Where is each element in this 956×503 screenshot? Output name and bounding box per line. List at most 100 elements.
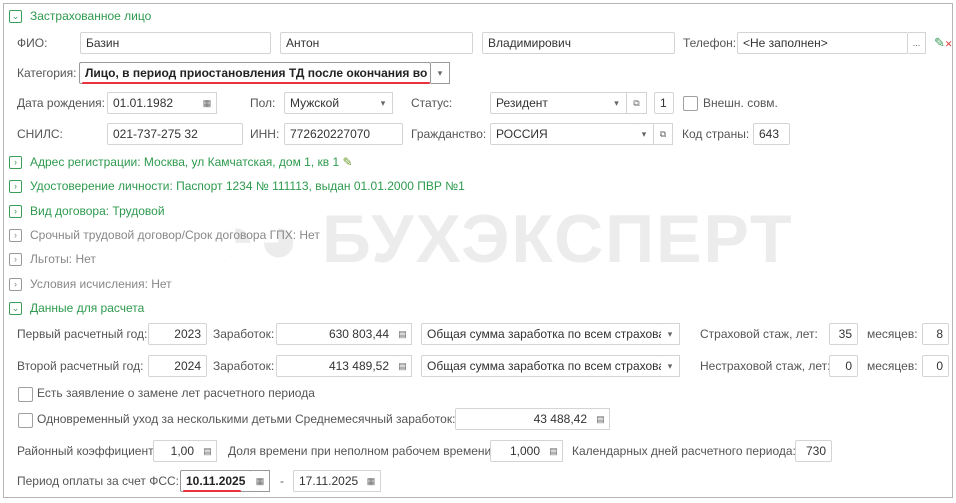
parttime-input[interactable]: 1,000 [490,440,546,462]
chevron-down-icon[interactable]: ⌄ [9,302,22,316]
section-title: Удостоверение личности: Паспорт 1234 № 1… [30,179,465,193]
highlight-underline [183,490,241,492]
year2-label: Второй расчетный год: [17,359,144,373]
calendar-icon[interactable]: ▦ [251,470,270,492]
section-fixed-term[interactable]: › Срочный трудовой договор/Срок договора … [9,228,320,243]
parttime-label: Доля времени при неполном рабочем времен… [228,444,495,458]
chevron-down-icon[interactable]: ▾ [635,123,654,145]
days-input[interactable]: 730 [795,440,832,462]
birth-date-input[interactable]: 01.01.1982 [107,92,199,114]
days-label: Календарных дней расчетного периода: [572,444,796,458]
earn1-input[interactable]: 630 803,44 [276,323,395,345]
calculator-icon[interactable]: ▤ [199,440,217,462]
ins-months-input[interactable]: 8 [922,323,949,345]
avg-earn-input[interactable]: 43 488,42 [455,408,593,430]
status-select[interactable]: Резидент [490,92,608,114]
pencil-icon[interactable]: ✎ [342,155,352,169]
calculator-icon[interactable]: ▤ [394,355,412,377]
chevron-right-icon[interactable]: › [9,205,22,219]
sex-label: Пол: [250,96,276,110]
birth-label: Дата рождения: [17,96,105,110]
year1-label: Первый расчетный год: [17,327,148,341]
external-checkbox[interactable] [683,96,698,111]
multi-children-label: Одновременный уход за несколькими детьми [37,412,292,426]
nonins-years-label: Нестраховой стаж, лет: [700,359,831,373]
section-title: Условия исчисления: Нет [30,277,172,291]
multi-children-checkbox[interactable] [18,413,33,428]
nonins-months-input[interactable]: 0 [922,355,949,377]
inn-input[interactable]: 772620227070 [284,123,403,145]
ins-years-label: Страховой стаж, лет: [700,327,818,341]
earn-type1-select[interactable]: Общая сумма заработка по всем страхова [421,323,662,345]
calculator-icon[interactable]: ▤ [592,408,610,430]
section-contract-type[interactable]: › Вид договора: Трудовой [9,204,165,219]
citizenship-select[interactable]: РОССИЯ [490,123,636,145]
section-title: Срочный трудовой договор/Срок договора Г… [30,228,320,242]
replace-years-label: Есть заявление о замене лет расчетного п… [37,386,315,400]
section-insured[interactable]: ⌄ Застрахованное лицо [9,9,152,24]
fio-label: ФИО: [17,36,48,50]
chevron-down-icon[interactable]: ▾ [661,355,680,377]
earn-type2-select[interactable]: Общая сумма заработка по всем страхова [421,355,662,377]
snils-label: СНИЛС: [17,127,63,141]
section-calc-conditions[interactable]: › Условия исчисления: Нет [9,277,172,292]
months-label: месяцев: [867,327,918,341]
calculator-icon[interactable]: ▤ [394,323,412,345]
year2-input[interactable]: 2024 [148,355,207,377]
chevron-right-icon[interactable]: › [9,156,22,170]
year1-input[interactable]: 2023 [148,323,207,345]
phone-more-button[interactable]: ... [908,32,926,54]
phone-input[interactable]: <Не заполнен> [737,32,908,54]
section-benefits[interactable]: › Льготы: Нет [9,252,96,267]
status-number[interactable]: 1 [654,92,674,114]
nonins-years-input[interactable]: 0 [829,355,858,377]
section-title: Застрахованное лицо [30,9,152,23]
earn2-input[interactable]: 413 489,52 [276,355,395,377]
chevron-down-icon[interactable]: ⌄ [9,10,22,24]
district-input[interactable]: 1,00 [153,440,200,462]
patronymic-input[interactable]: Владимирович [482,32,675,54]
chevron-right-icon[interactable]: › [9,229,22,243]
chevron-down-icon[interactable]: ▾ [607,92,627,114]
period-from-input[interactable]: 10.11.2025 [180,470,252,492]
section-title: Вид договора: Трудовой [30,204,165,218]
period-to-input[interactable]: 17.11.2025 [293,470,363,492]
chevron-down-icon[interactable]: ▾ [661,323,680,345]
section-title: Адрес регистрации: Москва, ул Камчатская… [30,155,340,169]
status-label: Статус: [411,96,453,110]
category-label: Категория: [17,66,77,80]
snils-input[interactable]: 021-737-275 32 [107,123,243,145]
section-calc-data[interactable]: ⌄ Данные для расчета [9,301,145,316]
period-label: Период оплаты за счет ФСС: [17,474,179,488]
chevron-down-icon[interactable]: ▾ [374,92,393,114]
calendar-icon[interactable]: ▦ [198,92,217,114]
phone-label: Телефон: [683,36,737,50]
earn1-label: Заработок: [213,327,275,341]
district-label: Районный коэффициент: [17,444,157,458]
earn2-label: Заработок: [213,359,275,373]
calendar-icon[interactable]: ▦ [362,470,381,492]
sex-select[interactable]: Мужской [284,92,375,114]
last-name-input[interactable]: Базин [80,32,271,54]
chevron-right-icon[interactable]: › [9,278,22,292]
open-icon[interactable]: ⧉ [654,123,673,145]
category-select[interactable]: Лицо, в период приостановления ТД после … [79,62,431,84]
chevron-right-icon[interactable]: › [9,180,22,194]
category-dropdown-button[interactable]: ▾ [431,62,450,84]
chevron-right-icon[interactable]: › [9,253,22,267]
inn-label: ИНН: [250,127,280,141]
first-name-input[interactable]: Антон [280,32,473,54]
calculator-icon[interactable]: ▤ [545,440,563,462]
section-title: Льготы: Нет [30,252,96,266]
section-address[interactable]: › Адрес регистрации: Москва, ул Камчатска… [9,155,353,170]
section-title: Данные для расчета [30,301,145,315]
ins-years-input[interactable]: 35 [829,323,858,345]
open-icon[interactable]: ⧉ [627,92,647,114]
country-code-input[interactable]: 643 [753,123,790,145]
citizenship-label: Гражданство: [411,127,487,141]
external-label: Внешн. совм. [703,96,778,110]
period-dash: - [280,474,284,488]
replace-years-checkbox[interactable] [18,387,33,402]
section-id-document[interactable]: › Удостоверение личности: Паспорт 1234 № … [9,179,465,194]
edit-clear-icon[interactable]: ✎✕ [934,35,952,51]
